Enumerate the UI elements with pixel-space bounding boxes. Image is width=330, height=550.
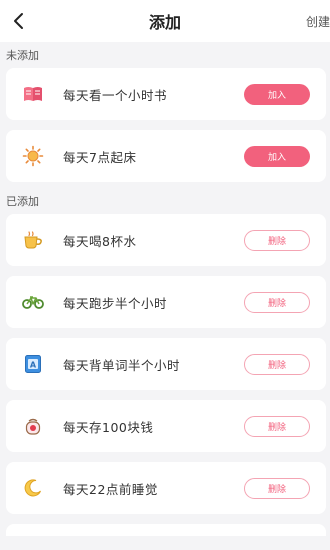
delete-button[interactable]: 删除: [244, 416, 310, 437]
delete-button[interactable]: 删除: [244, 354, 310, 375]
section-title-added: 已添加: [6, 195, 39, 208]
join-button[interactable]: 加入: [244, 146, 310, 167]
book-icon: [21, 82, 45, 106]
list-item: 每天7点起床 加入: [6, 130, 326, 182]
list-item: 每天看一个小时书 加入: [6, 68, 326, 120]
top-navigation-bar: 添加 创建: [0, 0, 330, 42]
list-item: 每天跑步半个小时 删除: [6, 276, 326, 328]
delete-button[interactable]: 删除: [244, 230, 310, 251]
teacup-icon: [21, 228, 45, 252]
delete-button[interactable]: 删除: [244, 478, 310, 499]
section-title-not-added: 未添加: [6, 49, 39, 62]
word-card-icon: A: [21, 352, 45, 376]
page-title: 添加: [148, 13, 181, 32]
sun-icon: [21, 144, 45, 168]
list-item-partial: [6, 524, 326, 536]
piggy-bank-icon: [21, 414, 45, 438]
delete-button[interactable]: 删除: [244, 292, 310, 313]
svg-text:A: A: [30, 361, 37, 370]
back-button[interactable]: [6, 8, 32, 34]
join-button[interactable]: 加入: [244, 84, 310, 105]
list-item: 每天喝8杯水 删除: [6, 214, 326, 266]
list-item: 每天22点前睡觉 删除: [6, 462, 326, 514]
moon-icon: [21, 476, 45, 500]
create-button[interactable]: 创建: [306, 13, 330, 30]
chevron-left-icon: [14, 13, 23, 29]
list-item: A 每天背单词半个小时 删除: [6, 338, 326, 390]
bicycle-icon: [21, 290, 45, 314]
list-item: 每天存100块钱 删除: [6, 400, 326, 452]
